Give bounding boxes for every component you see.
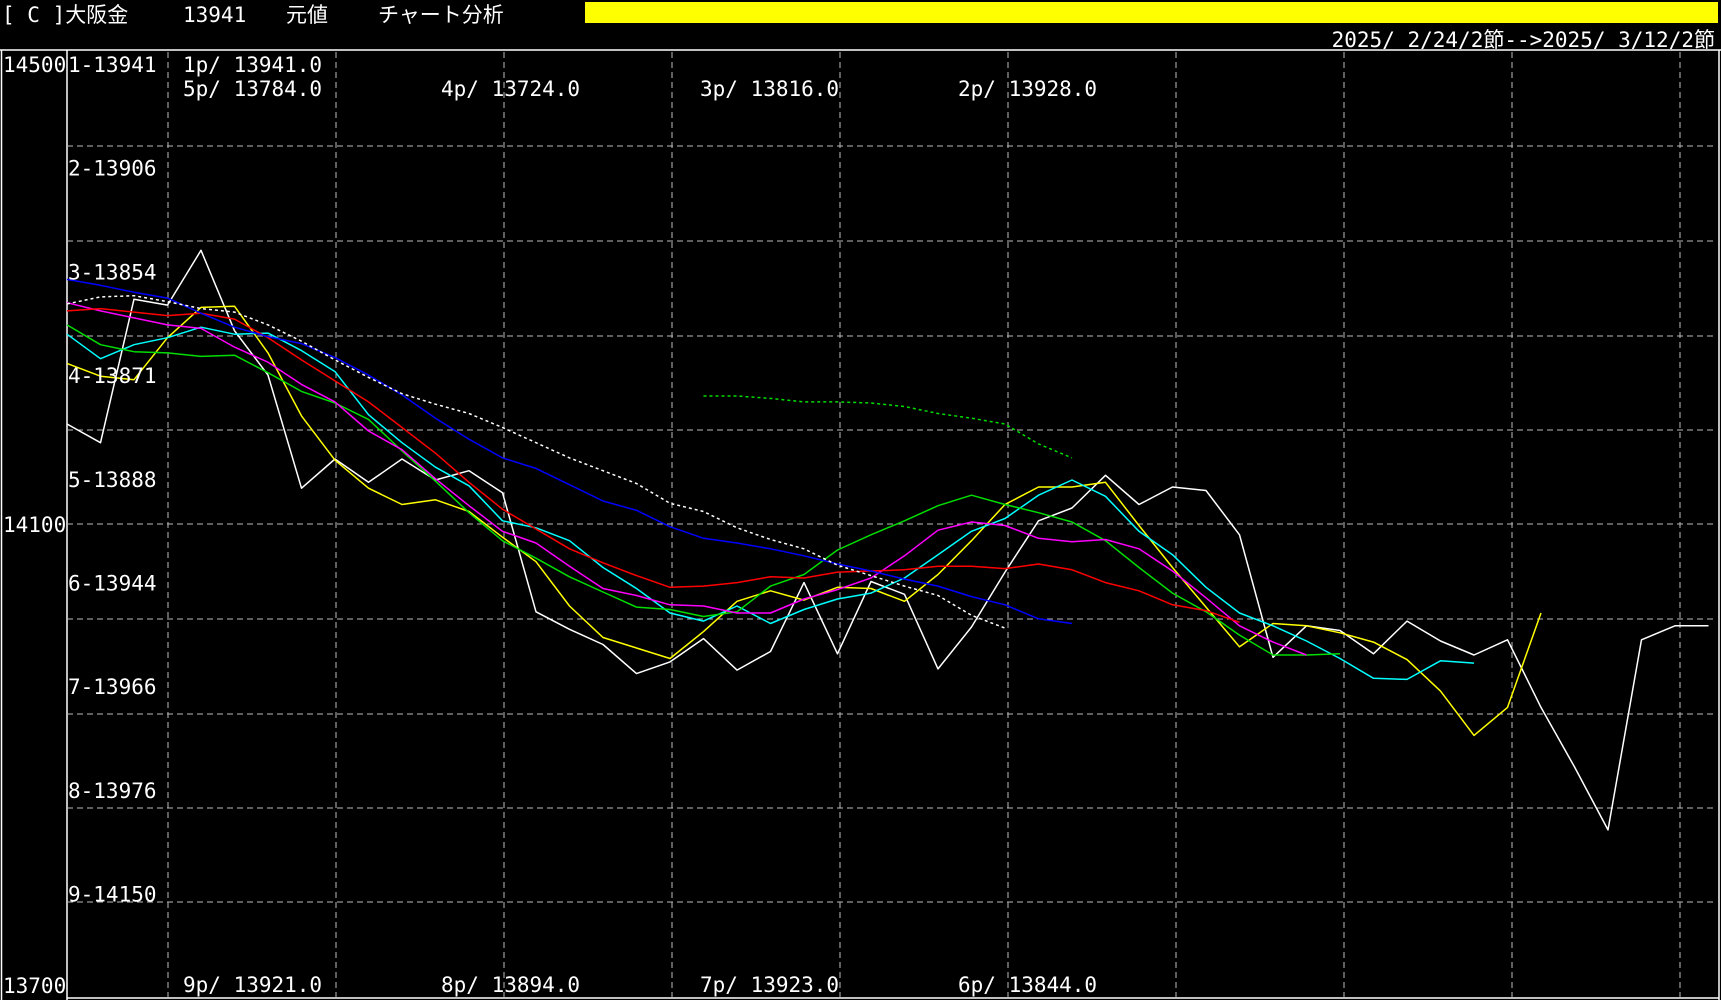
- period-label-top: 3p/ 13816.0: [700, 77, 839, 101]
- period-label-bottom: 6p/ 13844.0: [958, 973, 1097, 997]
- period-label-top: 1p/ 13941.0: [183, 53, 322, 77]
- period-label-top: 4p/ 13724.0: [441, 77, 580, 101]
- period-label-bottom: 9p/ 13921.0: [183, 973, 322, 997]
- series-line-2: [66, 305, 1542, 737]
- plot-frame: [0, 49, 1721, 1000]
- series-lines: [66, 249, 1709, 831]
- period-label-top: 5p/ 13784.0: [183, 77, 322, 101]
- row-label: 2-13906: [68, 157, 157, 181]
- y-tick-label: 14500: [3, 53, 66, 77]
- row-label: 8-13976: [68, 779, 157, 803]
- row-label: 6-13944: [68, 572, 157, 596]
- y-tick-label: 14100: [3, 513, 66, 537]
- row-label: 4-13871: [68, 364, 157, 388]
- row-label: 7-13966: [68, 675, 157, 699]
- line-chart: 14500 14100 13700 1-13941 2-13906 3-13854 4-13…: [0, 49, 1721, 1000]
- period-label-bottom: 7p/ 13923.0: [700, 973, 839, 997]
- period-label-top: 2p/ 13928.0: [958, 77, 1097, 101]
- series-line-1: [66, 249, 1709, 831]
- series-line-6: [66, 307, 1240, 624]
- series-line-8: [66, 294, 1006, 629]
- row-label: 3-13854: [68, 260, 157, 284]
- row-label: 5-13888: [68, 468, 157, 492]
- row-label: 1-13941: [68, 53, 157, 77]
- row-label: 9-14150: [68, 883, 157, 907]
- series-line-9: [703, 395, 1073, 459]
- series-line-5: [66, 301, 1307, 656]
- series-line-3: [66, 326, 1475, 681]
- chart-labels: 14500 14100 13700 1-13941 2-13906 3-13854 4-13…: [3, 53, 1097, 998]
- grid-lines: [67, 52, 1715, 998]
- period-label-bottom: 8p/ 13894.0: [441, 973, 580, 997]
- y-tick-label: 13700: [3, 974, 66, 998]
